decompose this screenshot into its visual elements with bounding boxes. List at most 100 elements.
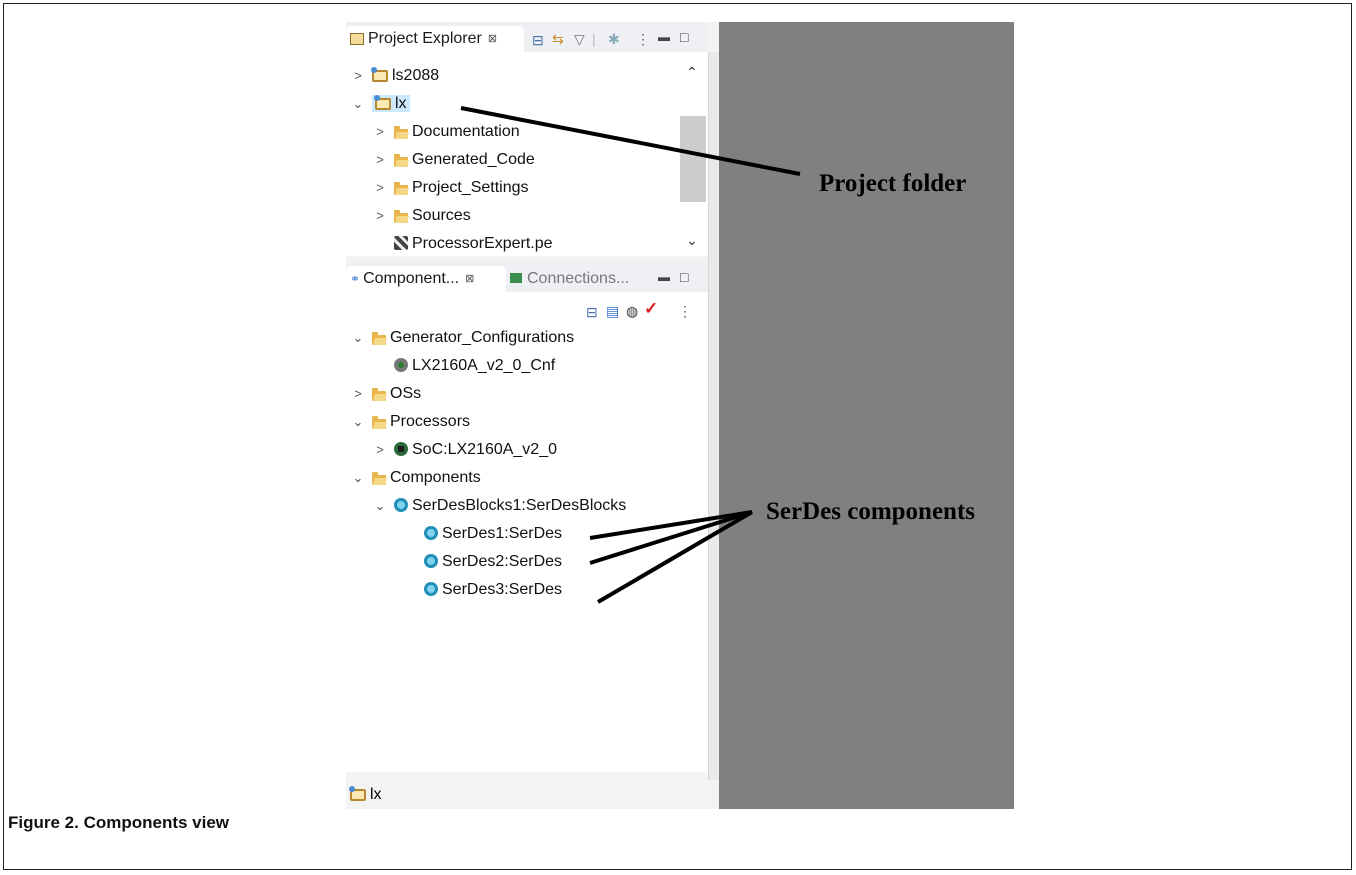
chevron-down-icon[interactable]: ⌄: [374, 494, 386, 518]
tree-item-serdes3[interactable]: SerDes3:SerDes: [424, 578, 562, 602]
ide-window: Project Explorer ⊠ ⊟ ⇆ ▽ | ✱ ⋮ ▬ □ > ls208…: [346, 22, 721, 809]
chevron-right-icon[interactable]: >: [374, 176, 386, 200]
tree-item-label: LX2160A_v2_0_Cnf: [412, 357, 556, 374]
chevron-right-icon[interactable]: >: [374, 148, 386, 172]
close-icon[interactable]: ⊠: [488, 33, 497, 45]
tree-item-soc-lx2160a[interactable]: > SoC:LX2160A_v2_0: [374, 438, 557, 462]
chevron-right-icon[interactable]: >: [374, 120, 386, 144]
processor-chip-icon: [394, 442, 408, 456]
tree-item-processorexpert-pe[interactable]: ProcessorExpert.pe: [394, 232, 553, 256]
tree-item-ls2088[interactable]: > ls2088: [352, 64, 439, 88]
link-with-editor-icon[interactable]: ⇆: [552, 31, 564, 47]
tree-item-label: SerDesBlocks1:SerDesBlocks: [412, 497, 627, 514]
tree-item-oss[interactable]: > OSs: [352, 382, 421, 406]
folder-icon: [394, 182, 408, 195]
tab-components[interactable]: ⚭ Component... ⊠: [346, 266, 506, 292]
config-gear-icon: [394, 358, 408, 372]
figure-caption: Figure 2. Components view: [8, 813, 230, 832]
tree-item-label: Components: [390, 469, 481, 486]
collapse-all-icon[interactable]: ⊟: [586, 304, 598, 320]
scroll-down-icon[interactable]: ⌄: [686, 232, 698, 249]
project-icon: [371, 67, 388, 82]
tree-item-label: Documentation: [412, 123, 520, 140]
generate-code-icon[interactable]: ◍: [626, 303, 638, 319]
tree-item-label: Generated_Code: [412, 151, 535, 168]
tree-item-serdes1[interactable]: SerDes1:SerDes: [424, 522, 562, 546]
status-bar-label: lx: [370, 786, 382, 803]
focus-icon[interactable]: ✱: [608, 31, 620, 47]
pe-file-icon: [394, 236, 408, 250]
tab-connections[interactable]: Connections...: [506, 266, 646, 292]
project-explorer-icon: [350, 33, 364, 45]
chevron-down-icon[interactable]: ⌄: [352, 466, 364, 490]
tree-item-serdes2[interactable]: SerDes2:SerDes: [424, 550, 562, 574]
scrollbar-thumb[interactable]: [680, 116, 706, 202]
tree-item-label: Sources: [412, 207, 471, 224]
tree-item-project-settings[interactable]: > Project_Settings: [374, 176, 529, 200]
tree-item-label: SerDes1:SerDes: [442, 525, 563, 542]
tree-item-label: Processors: [390, 413, 471, 430]
chevron-down-icon[interactable]: ⌄: [352, 92, 364, 116]
new-component-icon[interactable]: ▤: [606, 303, 619, 319]
chevron-down-icon[interactable]: ⌄: [352, 326, 364, 350]
component-icon: [424, 554, 438, 568]
tree-item-label: lx: [395, 95, 407, 112]
filter-icon[interactable]: ▽: [574, 31, 585, 47]
components-tabbar: ⚭ Component... ⊠ Connections... ▬ □: [346, 262, 708, 292]
tree-item-lx[interactable]: ⌄ lx: [352, 92, 410, 116]
status-bar: lx: [346, 780, 720, 809]
components-view-icon: ⚭: [350, 272, 361, 286]
tree-item-label: SerDes2:SerDes: [442, 553, 563, 570]
folder-icon: [372, 416, 386, 429]
chevron-right-icon[interactable]: >: [374, 438, 386, 462]
components-tab-label: Component...: [363, 270, 460, 287]
collapse-all-icon[interactable]: ⊟: [532, 32, 544, 48]
maximize-icon[interactable]: □: [680, 29, 688, 45]
components-tree: ⊟ ▤ ◍ ✓ ⋮ ⌄ Generator_Configurations LX21…: [346, 292, 708, 772]
view-menu-icon[interactable]: ⋮: [636, 31, 650, 47]
close-icon[interactable]: ⊠: [465, 273, 474, 285]
chevron-right-icon[interactable]: >: [352, 64, 364, 88]
serdes-components-annotation: SerDes components: [766, 498, 976, 525]
tree-item-label: Generator_Configurations: [390, 329, 575, 346]
minimize-icon[interactable]: ▬: [658, 270, 670, 284]
tree-item-label: SerDes3:SerDes: [442, 581, 563, 598]
tree-item-label: Project_Settings: [412, 179, 529, 196]
tree-item-generator-configurations[interactable]: ⌄ Generator_Configurations: [352, 326, 575, 350]
maximize-icon[interactable]: □: [680, 269, 688, 285]
tree-item-sources[interactable]: > Sources: [374, 204, 471, 228]
folder-icon: [394, 126, 408, 139]
chevron-down-icon[interactable]: ⌄: [352, 410, 364, 434]
tree-item-components[interactable]: ⌄ Components: [352, 466, 481, 490]
tree-item-label: ProcessorExpert.pe: [412, 235, 553, 252]
tree-item-label: SoC:LX2160A_v2_0: [412, 441, 557, 458]
tree-item-generated-code[interactable]: > Generated_Code: [374, 148, 535, 172]
tree-item-label: ls2088: [392, 67, 440, 84]
component-icon: [394, 498, 408, 512]
project-icon: [374, 95, 391, 110]
project-folder-annotation: Project folder: [819, 170, 967, 197]
tree-item-processors[interactable]: ⌄ Processors: [352, 410, 470, 434]
chevron-right-icon[interactable]: >: [352, 382, 364, 406]
editor-area: [719, 22, 1014, 809]
project-explorer-tab-label: Project Explorer: [368, 30, 482, 47]
tree-item-lx2160a-cnf[interactable]: LX2160A_v2_0_Cnf: [394, 354, 555, 378]
tree-item-label: OSs: [390, 385, 422, 402]
project-explorer-scrollbar[interactable]: ⌃ ⌄: [680, 52, 706, 256]
minimize-icon[interactable]: ▬: [658, 30, 670, 44]
project-icon: [349, 786, 366, 801]
scroll-up-icon[interactable]: ⌃: [686, 64, 698, 81]
chevron-right-icon[interactable]: >: [374, 204, 386, 228]
tab-project-explorer[interactable]: Project Explorer ⊠: [346, 26, 524, 52]
tree-item-serdesblocks1[interactable]: ⌄ SerDesBlocks1:SerDesBlocks: [374, 494, 627, 518]
connections-tab-label: Connections...: [527, 270, 630, 287]
view-menu-icon[interactable]: ⋮: [678, 303, 692, 319]
connections-view-icon: [510, 273, 522, 283]
folder-icon: [372, 388, 386, 401]
checkmark-icon[interactable]: ✓: [644, 300, 658, 317]
tree-item-documentation[interactable]: > Documentation: [374, 120, 520, 144]
separator-icon: |: [592, 31, 596, 47]
component-icon: [424, 582, 438, 596]
component-icon: [424, 526, 438, 540]
folder-icon: [394, 210, 408, 223]
